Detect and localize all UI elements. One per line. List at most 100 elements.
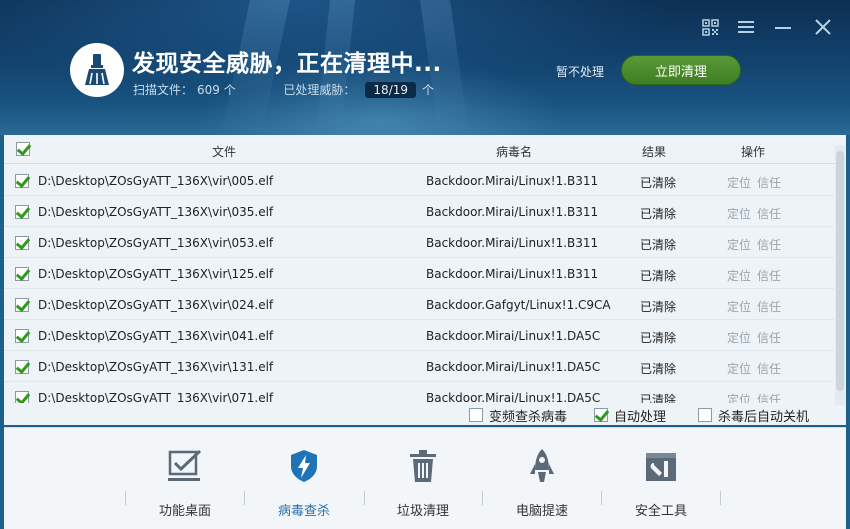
locate-link[interactable]: 定位 bbox=[727, 176, 751, 190]
scan-summary: 扫描文件： 609 个 已处理威胁： 18/19 个 bbox=[133, 81, 434, 98]
tool-speed-up[interactable]: 电脑提速 bbox=[482, 428, 602, 529]
shutdown-checkbox[interactable] bbox=[698, 408, 712, 422]
row-actions: 定位 信任 bbox=[727, 267, 787, 284]
locate-link[interactable]: 定位 bbox=[727, 207, 751, 221]
video-scan-checkbox[interactable] bbox=[469, 408, 483, 422]
trust-link[interactable]: 信任 bbox=[757, 362, 781, 376]
file-path: D:\Desktop\ZOsGyATT_136X\vir\041.elf bbox=[38, 329, 274, 343]
row-checkbox[interactable] bbox=[15, 360, 29, 374]
column-header-virus: 病毒名 bbox=[496, 145, 533, 159]
row-checkbox[interactable] bbox=[15, 267, 29, 281]
close-icon[interactable] bbox=[813, 17, 833, 37]
shield-lightning-icon bbox=[284, 446, 324, 486]
result-status: 已清除 bbox=[640, 207, 677, 221]
trust-link[interactable]: 信任 bbox=[757, 207, 781, 221]
row-checkbox[interactable] bbox=[15, 174, 29, 188]
handled-unit: 个 bbox=[422, 83, 435, 97]
row-actions: 定位 信任 bbox=[727, 298, 787, 315]
clean-now-button[interactable]: 立即清理 bbox=[621, 55, 741, 85]
virus-name: Backdoor.Mirai/Linux!1.DA5C bbox=[426, 360, 601, 374]
tool-virus-scan[interactable]: 病毒查杀 bbox=[244, 428, 364, 529]
scanned-label: 扫描文件： bbox=[133, 83, 194, 97]
video-scan-label: 变频查杀病毒 bbox=[489, 409, 568, 425]
ignore-button[interactable]: 暂不处理 bbox=[556, 63, 604, 80]
file-path: D:\Desktop\ZOsGyATT_136X\vir\005.elf bbox=[38, 174, 274, 188]
table-row: D:\Desktop\ZOsGyATT_136X\vir\041.elf Bac… bbox=[4, 320, 834, 351]
virus-name: Backdoor.Mirai/Linux!1.B311 bbox=[426, 205, 599, 219]
trust-link[interactable]: 信任 bbox=[757, 269, 781, 283]
threat-table: 文件 病毒名 结果 操作 D:\Desktop\ZOsGyATT_136X\vi… bbox=[4, 135, 846, 425]
file-path: D:\Desktop\ZOsGyATT_136X\vir\035.elf bbox=[38, 205, 274, 219]
minimize-icon[interactable] bbox=[773, 17, 793, 37]
row-actions: 定位 信任 bbox=[727, 360, 787, 377]
option-video-scan[interactable]: 变频查杀病毒 bbox=[469, 405, 567, 425]
virus-name: Backdoor.Mirai/Linux!1.DA5C bbox=[426, 329, 601, 343]
file-path: D:\Desktop\ZOsGyATT_136X\vir\131.elf bbox=[38, 360, 274, 374]
locate-link[interactable]: 定位 bbox=[727, 331, 751, 345]
locate-link[interactable]: 定位 bbox=[727, 300, 751, 314]
table-row: D:\Desktop\ZOsGyATT_136X\vir\131.elf Bac… bbox=[4, 351, 834, 382]
table-row: D:\Desktop\ZOsGyATT_136X\vir\071.elf Bac… bbox=[4, 382, 834, 403]
locate-link[interactable]: 定位 bbox=[727, 362, 751, 376]
rocket-icon bbox=[522, 446, 562, 486]
column-header-action: 操作 bbox=[741, 145, 766, 159]
table-row: D:\Desktop\ZOsGyATT_136X\vir\005.elf Bac… bbox=[4, 165, 834, 196]
menu-icon[interactable] bbox=[736, 17, 756, 37]
virus-name: Backdoor.Gafgyt/Linux!1.C9CA bbox=[426, 298, 611, 312]
auto-handle-label: 自动处理 bbox=[614, 409, 667, 425]
table-row: D:\Desktop\ZOsGyATT_136X\vir\125.elf Bac… bbox=[4, 258, 834, 289]
broom-logo-icon bbox=[70, 43, 124, 97]
result-status: 已清除 bbox=[640, 362, 677, 376]
row-checkbox[interactable] bbox=[15, 205, 29, 219]
trust-link[interactable]: 信任 bbox=[757, 331, 781, 345]
file-path: D:\Desktop\ZOsGyATT_136X\vir\024.elf bbox=[38, 298, 274, 312]
locate-link[interactable]: 定位 bbox=[727, 238, 751, 252]
file-path: D:\Desktop\ZOsGyATT_136X\vir\053.elf bbox=[38, 236, 274, 250]
locate-link[interactable]: 定位 bbox=[727, 393, 751, 403]
row-checkbox[interactable] bbox=[15, 329, 29, 343]
virus-name: Backdoor.Mirai/Linux!1.B311 bbox=[426, 236, 599, 250]
bottom-toolbar: 功能桌面 病毒查杀 垃圾清理 电脑提速 安全工具 bbox=[4, 427, 846, 529]
qr-code-icon[interactable] bbox=[700, 17, 720, 37]
tool-security-tools[interactable]: 安全工具 bbox=[601, 428, 721, 529]
toolbox-icon bbox=[641, 446, 681, 486]
row-actions: 定位 信任 bbox=[727, 391, 787, 403]
locate-link[interactable]: 定位 bbox=[727, 269, 751, 283]
handled-count-badge: 18/19 bbox=[365, 82, 417, 98]
row-checkbox[interactable] bbox=[15, 391, 29, 403]
file-path: D:\Desktop\ZOsGyATT_136X\vir\071.elf bbox=[38, 391, 274, 403]
file-path: D:\Desktop\ZOsGyATT_136X\vir\125.elf bbox=[38, 267, 274, 281]
page-title: 发现安全威胁，正在清理中... bbox=[132, 51, 442, 77]
checkbox-monitor-icon bbox=[165, 446, 205, 486]
row-actions: 定位 信任 bbox=[727, 329, 787, 346]
trust-link[interactable]: 信任 bbox=[757, 238, 781, 252]
option-auto-handle[interactable]: 自动处理 bbox=[594, 405, 666, 425]
antivirus-window: 发现安全威胁，正在清理中... 扫描文件： 609 个 已处理威胁： 18/19 个 … bbox=[0, 0, 850, 529]
table-row: D:\Desktop\ZOsGyATT_136X\vir\035.elf Bac… bbox=[4, 196, 834, 227]
tool-label: 电脑提速 bbox=[515, 504, 568, 519]
row-actions: 定位 信任 bbox=[727, 205, 787, 222]
tool-junk-clean[interactable]: 垃圾清理 bbox=[363, 428, 483, 529]
table-header: 文件 病毒名 结果 操作 bbox=[4, 135, 846, 164]
trust-link[interactable]: 信任 bbox=[757, 300, 781, 314]
option-shutdown[interactable]: 杀毒后自动关机 bbox=[698, 405, 809, 425]
result-status: 已清除 bbox=[640, 269, 677, 283]
tool-function-desktop[interactable]: 功能桌面 bbox=[125, 428, 245, 529]
row-actions: 定位 信任 bbox=[727, 174, 787, 191]
scroll-thumb[interactable] bbox=[836, 151, 844, 391]
virus-name: Backdoor.Mirai/Linux!1.B311 bbox=[426, 267, 599, 281]
auto-handle-checkbox[interactable] bbox=[594, 408, 608, 422]
tool-label: 病毒查杀 bbox=[277, 504, 330, 519]
table-row: D:\Desktop\ZOsGyATT_136X\vir\024.elf Bac… bbox=[4, 289, 834, 320]
trust-link[interactable]: 信任 bbox=[757, 393, 781, 403]
table-body: D:\Desktop\ZOsGyATT_136X\vir\005.elf Bac… bbox=[4, 164, 834, 403]
vertical-scrollbar[interactable] bbox=[835, 145, 845, 405]
tool-label: 垃圾清理 bbox=[396, 504, 449, 519]
row-checkbox[interactable] bbox=[15, 236, 29, 250]
column-header-file: 文件 bbox=[212, 145, 237, 159]
row-checkbox[interactable] bbox=[15, 298, 29, 312]
header: 发现安全威胁，正在清理中... 扫描文件： 609 个 已处理威胁： 18/19 个 … bbox=[0, 0, 850, 135]
trust-link[interactable]: 信任 bbox=[757, 176, 781, 190]
select-all-checkbox[interactable] bbox=[16, 142, 30, 156]
column-header-result: 结果 bbox=[642, 145, 667, 159]
